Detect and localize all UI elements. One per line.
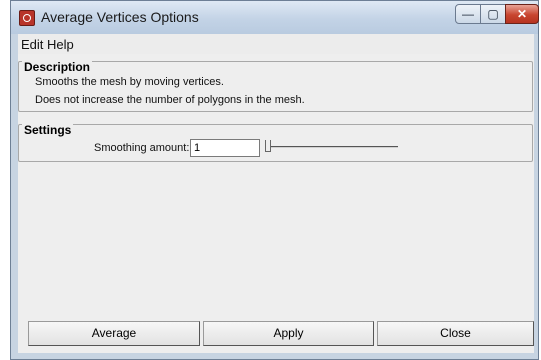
description-line-2: Does not increase the number of polygons… xyxy=(35,94,305,106)
maya-app-icon[interactable] xyxy=(19,10,35,26)
minimize-button[interactable]: — xyxy=(455,4,481,24)
menu-edit[interactable]: Edit xyxy=(21,37,43,52)
description-line-1: Smooths the mesh by moving vertices. xyxy=(35,76,224,88)
smoothing-amount-label: Smoothing amount: xyxy=(94,142,190,154)
close-button[interactable]: Close xyxy=(377,321,534,346)
average-button[interactable]: Average xyxy=(28,321,200,346)
options-window: Average Vertices Options — ▢ ✕ Edit Help… xyxy=(10,0,539,360)
smoothing-slider-track[interactable] xyxy=(271,146,398,148)
apply-button[interactable]: Apply xyxy=(203,321,374,346)
description-title: Description xyxy=(22,60,93,74)
maximize-button[interactable]: ▢ xyxy=(480,4,506,24)
client-area: Edit Help Description Smooths the mesh b… xyxy=(18,34,534,353)
smoothing-amount-field[interactable]: 1 xyxy=(190,139,260,157)
menu-bar: Edit Help xyxy=(18,34,534,54)
close-window-button[interactable]: ✕ xyxy=(505,4,539,24)
window-title: Average Vertices Options xyxy=(41,9,199,25)
title-bar[interactable]: Average Vertices Options — ▢ ✕ xyxy=(11,1,539,34)
settings-title: Settings xyxy=(22,123,74,137)
menu-help[interactable]: Help xyxy=(47,37,74,52)
